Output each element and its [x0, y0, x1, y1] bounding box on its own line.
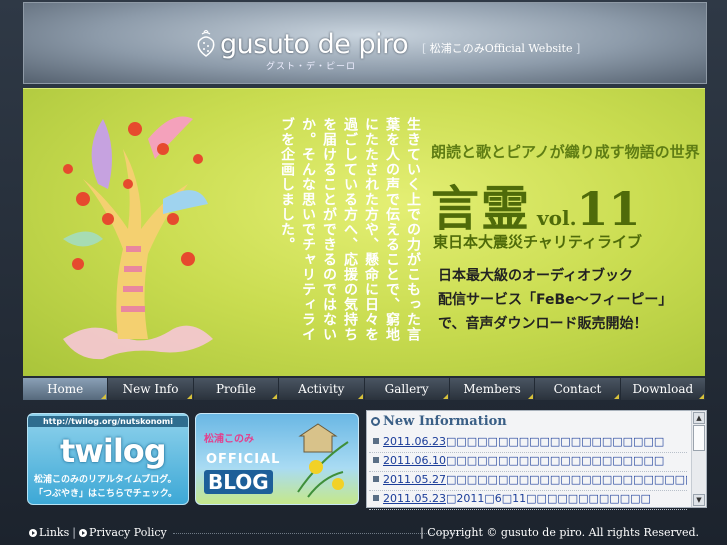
nav-download-label: Download	[632, 382, 694, 396]
square-bullet-icon	[373, 495, 379, 501]
nav-gallery-label: Gallery	[384, 382, 429, 396]
bottom-section: http://twilog.org/nutskonomi twilog 松浦この…	[23, 408, 707, 510]
subtitle-close-bracket: ]	[575, 42, 581, 55]
dandelion-illustration	[297, 423, 349, 498]
nav-home-label: Home	[47, 382, 84, 396]
corner-triangle-icon	[442, 394, 448, 399]
corner-triangle-icon	[528, 394, 534, 399]
febe-line-2: 配信サービス「FeBe～フィーピー」	[438, 292, 673, 308]
circle-bullet-icon	[371, 417, 380, 426]
twilog-caption-1: 松浦このみのリアルタイムブログ。	[34, 475, 177, 485]
news-text: □□□□□□□□□□□□□□□□□□□□□	[445, 454, 665, 467]
hero-banner[interactable]: 生きていく上での力がこもった言葉を人の声で伝えることで、窮地にたたされた方や、懸…	[23, 88, 705, 376]
site-header: gusuto de piro グスト・デ・ピーロ [ 松浦このみOfficial…	[23, 2, 707, 84]
hero-catchphrase: 朗読と歌とピアノが織り成す物語の世界	[431, 143, 700, 161]
scroll-up-icon[interactable]: ▲	[693, 412, 705, 424]
hero-title: 言霊 vol.11	[431, 169, 641, 239]
footer-copyright: | Copyright © gusuto de piro. All rights…	[420, 526, 699, 539]
tree-illustration	[63, 116, 213, 360]
corner-triangle-icon	[699, 394, 704, 399]
nav-new-info-label: New Info	[122, 382, 179, 396]
nav-gallery[interactable]: Gallery	[364, 378, 449, 400]
nav-members[interactable]: Members	[449, 378, 535, 400]
news-item[interactable]: 2011.05.27□□□□□□□□□□□□□□□□□□□□□□□□	[369, 472, 687, 491]
twilog-logo: twilog	[60, 432, 167, 470]
nav-activity-label: Activity	[298, 382, 345, 396]
main-nav: Home New Info Profile Activity Gallery M…	[23, 378, 705, 400]
corner-triangle-icon	[272, 394, 278, 399]
title-vol: vol.	[537, 206, 577, 230]
subtitle-open-bracket: [	[422, 42, 427, 55]
febe-line-3: で、音声ダウンロード販売開始！	[438, 316, 648, 332]
corner-triangle-icon	[357, 394, 363, 399]
news-heading-text: New Information	[383, 414, 507, 429]
square-bullet-icon	[373, 457, 379, 463]
title-kotodama: 言霊	[431, 181, 532, 237]
nav-home[interactable]: Home	[23, 378, 108, 400]
news-item[interactable]: 2011.05.23□2011□6□11□□□□□□□□□□□□	[369, 491, 687, 510]
scroll-down-icon[interactable]: ▼	[693, 494, 705, 506]
news-item[interactable]: 2011.06.10□□□□□□□□□□□□□□□□□□□□□	[369, 453, 687, 472]
official-blog-banner[interactable]: 松浦このみ OFFICIAL BLOG	[195, 413, 359, 505]
copyright-text: Copyright © gusuto de piro. All rights R…	[427, 526, 699, 539]
blog-owner-name: 松浦このみ	[204, 434, 254, 445]
hero-message: 生きていく上での力がこもった言葉を人の声で伝えることで、窮地にたたされた方や、懸…	[279, 117, 421, 342]
square-bullet-icon	[373, 438, 379, 444]
nav-profile[interactable]: Profile	[193, 378, 279, 400]
news-item[interactable]: 2011.06.23□□□□□□□□□□□□□□□□□□□□□	[369, 434, 687, 453]
site-footer: Links | Privacy Policy | Copyright © gusut…	[23, 524, 705, 542]
news-date: 2011.05.23	[383, 492, 446, 505]
blog-official-label: OFFICIAL	[206, 452, 281, 467]
hero-charity: 東日本大震災チャリティライブ	[433, 233, 642, 251]
site-subtitle: [ 松浦このみOfficial Website ]	[422, 40, 580, 56]
twilog-url: http://twilog.org/nutskonomi	[28, 416, 188, 427]
title-number: 11	[576, 182, 641, 236]
news-date: 2011.06.23	[383, 435, 446, 448]
febe-line-1: 日本最大級のオーディオブック	[438, 268, 634, 284]
footer-privacy-link[interactable]: Privacy Policy	[89, 526, 167, 539]
blog-label: BLOG	[204, 470, 273, 494]
nav-contact[interactable]: Contact	[535, 378, 620, 400]
logo-text: gusuto de piro	[220, 29, 409, 60]
square-bullet-icon	[373, 476, 379, 482]
news-date: 2011.06.10	[383, 454, 446, 467]
arrow-circle-icon	[29, 529, 37, 537]
footer-links: Links | Privacy Policy	[29, 524, 167, 542]
nav-download[interactable]: Download	[620, 378, 705, 400]
news-text: □2011□6□11□□□□□□□□□□□□	[445, 492, 651, 505]
news-heading: New Information	[371, 414, 507, 429]
footer-links-link[interactable]: Links	[39, 526, 69, 539]
news-list: 2011.06.23□□□□□□□□□□□□□□□□□□□□□ 2011.06.…	[369, 434, 687, 510]
arrow-circle-icon	[78, 529, 87, 537]
corner-triangle-icon	[613, 394, 619, 399]
news-text: □□□□□□□□□□□□□□□□□□□□□	[445, 435, 665, 448]
news-panel: New Information 2011.06.23□□□□□□□□□□□□□□…	[366, 410, 707, 510]
footer-separator: |	[72, 526, 76, 539]
scroll-thumb[interactable]	[693, 425, 705, 451]
nav-profile-label: Profile	[215, 382, 256, 396]
nav-contact-label: Contact	[553, 382, 602, 396]
twilog-caption-2: 「つぶやき」はこちらでチェック。	[34, 489, 178, 499]
corner-triangle-icon	[101, 394, 107, 399]
nav-members-label: Members	[463, 382, 521, 396]
strawberry-logo-icon	[197, 29, 215, 57]
nav-new-info[interactable]: New Info	[108, 378, 193, 400]
news-text: □□□□□□□□□□□□□□□□□□□□□□□□	[445, 473, 687, 486]
news-date: 2011.05.27	[383, 473, 446, 486]
logo-kana: グスト・デ・ピーロ	[266, 62, 357, 72]
corner-triangle-icon	[186, 394, 192, 399]
twilog-banner[interactable]: http://twilog.org/nutskonomi twilog 松浦この…	[27, 413, 189, 505]
news-scrollbar[interactable]: ▲ ▼	[691, 411, 706, 507]
site-subtitle-text: 松浦このみOfficial Website	[429, 42, 573, 55]
hero-febe-notice: 日本最大級のオーディオブック 配信サービス「FeBe～フィーピー」 で、音声ダウ…	[438, 264, 672, 336]
nav-activity[interactable]: Activity	[279, 378, 364, 400]
